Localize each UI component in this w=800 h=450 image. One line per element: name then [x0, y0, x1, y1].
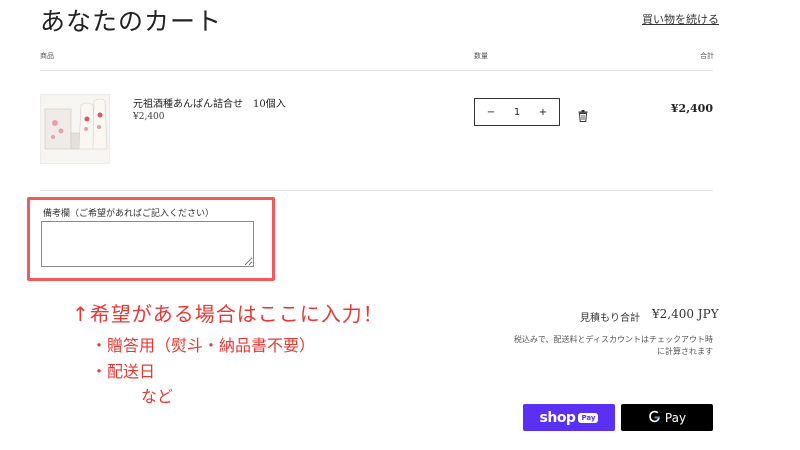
- header-divider: [40, 70, 713, 71]
- tax-note-line-2: に計算されます: [657, 347, 713, 356]
- tax-shipping-note: 税込みで、配送料とディスカウントはチェックアウト時 に計算されます: [480, 334, 713, 358]
- product-name[interactable]: 元祖酒種あんぱん詰合せ 10個入: [133, 95, 286, 110]
- annotation-line-delivery-date: ・配送日: [91, 362, 156, 381]
- line-total: ¥2,400: [670, 102, 713, 115]
- google-pay-button[interactable]: Pay: [621, 404, 713, 431]
- shop-pay-button[interactable]: shop Pay: [523, 404, 615, 431]
- column-header-product: 商品: [40, 52, 54, 60]
- annotation-highlight-box: [27, 197, 275, 281]
- product-photo-icon[interactable]: [40, 94, 110, 164]
- annotation-main-text: ↑希望がある場合はここに入力！: [72, 302, 384, 326]
- column-header-quantity: 数量: [474, 52, 488, 60]
- google-g-icon: [648, 408, 661, 427]
- google-pay-wordmark: Pay: [664, 410, 687, 425]
- annotation-line-gift: ・贈答用（熨斗・納品書不要）: [91, 336, 316, 355]
- quantity-value[interactable]: 1: [514, 107, 520, 118]
- shop-pay-pill: Pay: [578, 412, 599, 423]
- quantity-decrease-button[interactable]: −: [485, 107, 497, 118]
- tax-note-line-1: 税込みで、配送料とディスカウントはチェックアウト時: [513, 335, 713, 344]
- shop-pay-wordmark: shop: [539, 409, 576, 426]
- column-header-total: 合計: [700, 52, 714, 60]
- continue-shopping-link[interactable]: 買い物を続ける: [642, 11, 719, 27]
- subtotal-label: 見積もり合計: [580, 313, 640, 324]
- page-title: あなたのカート: [40, 7, 223, 36]
- trash-icon[interactable]: [578, 107, 588, 122]
- quantity-increase-button[interactable]: +: [537, 107, 549, 118]
- quantity-stepper[interactable]: − 1 +: [474, 98, 560, 126]
- item-divider: [40, 190, 713, 191]
- subtotal-value: ¥2,400 JPY: [652, 307, 719, 321]
- annotation-line-etc: など: [141, 387, 174, 406]
- product-unit-price: ¥2,400: [133, 112, 165, 122]
